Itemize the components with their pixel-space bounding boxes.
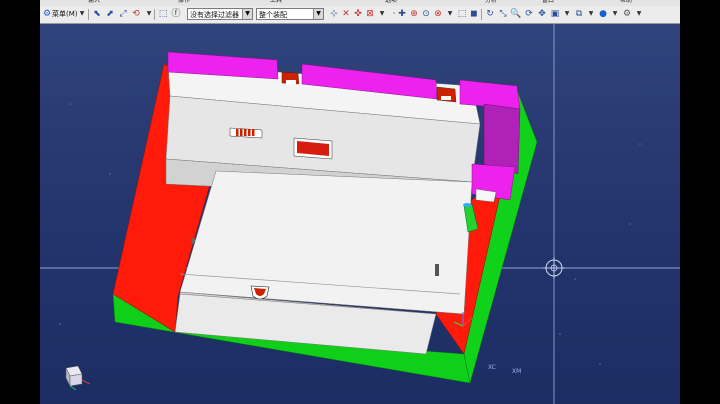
menu-item-window[interactable]: 窗口 — [542, 0, 554, 4]
fit-view-icon[interactable]: ⤡ — [497, 8, 509, 20]
assembly-scope-select[interactable]: 整个装配 ▼ — [256, 8, 324, 20]
filter-reset-icon[interactable]: ⟲ — [130, 8, 142, 20]
left-slot-insert — [286, 80, 296, 84]
model-canvas: XC XM — [40, 24, 680, 404]
left-tab-mark — [192, 238, 195, 244]
triad-label-xc: XC — [488, 364, 496, 371]
menu-dropdown-icon[interactable]: ▼ — [76, 8, 88, 20]
render-style-dropdown-icon[interactable]: ▼ — [561, 8, 573, 20]
type-filter-icon[interactable]: ⓕ — [170, 8, 182, 20]
circle-point-icon[interactable]: ⊙ — [420, 8, 432, 20]
toolbar-separator — [88, 9, 89, 20]
cad-application-window: 输入 操作 工具 选项 分析 窗口 帮助 ⚙ 菜单(M) ▼ ⬉ ⬈ ⤢ ⟲ ▼… — [40, 0, 680, 404]
selection-filter-value: 没有选择过滤器 — [190, 11, 239, 19]
toolbar-separator — [481, 9, 482, 20]
triad-label-xm: XM — [512, 368, 521, 375]
select-multiple-icon[interactable]: ⬈ — [104, 8, 116, 20]
toolbar-separator — [154, 9, 155, 20]
select-faces-icon[interactable]: ⬚ — [157, 8, 169, 20]
point-options-dropdown-icon[interactable]: ▼ — [444, 8, 456, 20]
menu-item-help[interactable]: 帮助 — [620, 0, 632, 4]
menu-item-input[interactable]: 输入 — [88, 0, 100, 4]
pan-icon[interactable]: ✥ — [536, 8, 548, 20]
right-letterbox — [680, 0, 720, 404]
quadrant-point-icon[interactable]: ⊗ — [432, 8, 444, 20]
deselect-icon[interactable]: ⤢ — [117, 8, 129, 20]
selection-filter-select[interactable]: 没有选择过滤器 ▼ — [187, 8, 253, 20]
assembly-scope-value: 整个装配 — [259, 11, 287, 19]
select-arrow-icon[interactable]: ⬉ — [91, 8, 103, 20]
menu-item-analysis[interactable]: 分析 — [485, 0, 497, 4]
orientation-dropdown-icon[interactable]: ▼ — [585, 8, 597, 20]
zoom-icon[interactable]: 🔍 — [510, 8, 522, 20]
lower-plate-top-face — [179, 170, 473, 315]
mid-point-icon[interactable]: ✜ — [352, 8, 364, 20]
background-dropdown-icon[interactable]: ▼ — [609, 8, 621, 20]
chevron-down-icon[interactable]: ▼ — [313, 9, 323, 19]
snap-dropdown-icon[interactable]: ▼ — [376, 8, 388, 20]
layer-dropdown-icon[interactable]: ▼ — [633, 8, 645, 20]
menu-item-operation[interactable]: 操作 — [178, 0, 190, 4]
menu-item-tools[interactable]: 工具 — [270, 0, 282, 4]
snap-point-icon[interactable]: ⊹ — [328, 8, 340, 20]
layer-settings-icon[interactable]: ⚙ — [621, 8, 633, 20]
rotate-icon[interactable]: ⟳ — [523, 8, 535, 20]
sphere-icon[interactable]: ● — [597, 8, 609, 20]
left-letterbox — [0, 0, 40, 404]
box-select-icon[interactable]: ⬚ — [456, 8, 468, 20]
solid-cube-icon[interactable]: ◼ — [468, 8, 480, 20]
right-tab-mark — [435, 264, 439, 276]
chevron-down-icon[interactable]: ▼ — [242, 9, 252, 19]
graphics-viewport[interactable]: XC XM — [40, 24, 680, 404]
view-orientation-icon[interactable]: ⧉ — [573, 8, 585, 20]
menu-button-label[interactable]: 菜单(M) — [52, 9, 78, 20]
menu-item-options[interactable]: 选项 — [385, 0, 397, 4]
view-orientation-icon[interactable] — [65, 365, 91, 391]
arc-center-icon[interactable]: ⊕ — [408, 8, 420, 20]
intersection-icon[interactable]: ✚ — [396, 8, 408, 20]
control-point-icon[interactable]: ⊠ — [364, 8, 376, 20]
crosshair-icon[interactable] — [543, 257, 565, 279]
end-point-icon[interactable]: ✕ — [340, 8, 352, 20]
selection-toolbar: ⚙ 菜单(M) ▼ ⬉ ⬈ ⤢ ⟲ ▼ ⬚ ⓕ 没有选择过滤器 ▼ 整个装配 ▼… — [40, 6, 680, 24]
refresh-icon[interactable]: ↻ — [484, 8, 496, 20]
pin-cap — [463, 203, 471, 207]
shaded-view-icon[interactable]: ▣ — [549, 8, 561, 20]
right-slot-insert — [441, 96, 451, 100]
right-rib-side-face — [483, 103, 521, 175]
